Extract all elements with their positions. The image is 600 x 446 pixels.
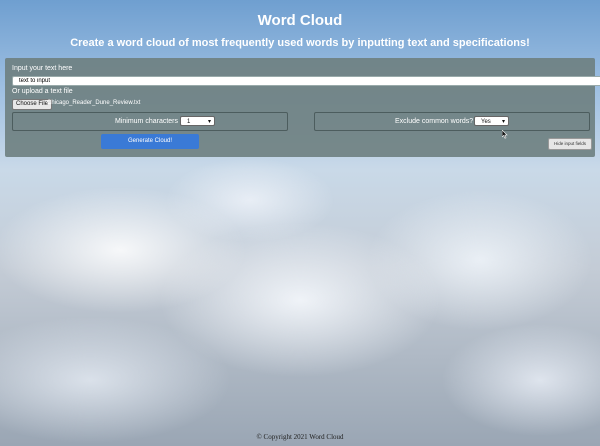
hide-input-fields-button[interactable]: Hide input fields bbox=[548, 138, 592, 150]
input-panel: Input your text here Or upload a text fi… bbox=[5, 58, 600, 157]
min-chars-option: Minimum characters per word 1 ▾ bbox=[12, 112, 288, 131]
exclude-common-label: Exclude common words? bbox=[395, 118, 474, 125]
chevron-down-icon: ▾ bbox=[501, 119, 505, 125]
chevron-down-icon: ▾ bbox=[207, 119, 211, 125]
exclude-common-value: Yes bbox=[481, 119, 491, 125]
file-name: Chicago_Reader_Dune_Review.txt bbox=[47, 100, 141, 106]
text-input-label: Input your text here bbox=[12, 65, 73, 72]
choose-file-button[interactable]: Choose File bbox=[12, 99, 53, 110]
text-input[interactable] bbox=[12, 76, 600, 86]
min-chars-select[interactable]: 1 ▾ bbox=[180, 116, 215, 126]
exclude-common-option: Exclude common words? Yes ▾ bbox=[314, 112, 590, 131]
page-subtitle: Create a word cloud of most frequently u… bbox=[70, 37, 530, 49]
upload-label: Or upload a text file bbox=[12, 88, 73, 95]
mouse-cursor-icon bbox=[502, 130, 508, 139]
page-title: Word Cloud bbox=[257, 12, 343, 29]
generate-cloud-button[interactable]: Generate Cloud! bbox=[101, 134, 199, 149]
exclude-common-select[interactable]: Yes ▾ bbox=[474, 116, 509, 126]
min-chars-value: 1 bbox=[187, 119, 191, 125]
footer-copyright: © Copyright 2021 Word Cloud bbox=[256, 433, 344, 441]
